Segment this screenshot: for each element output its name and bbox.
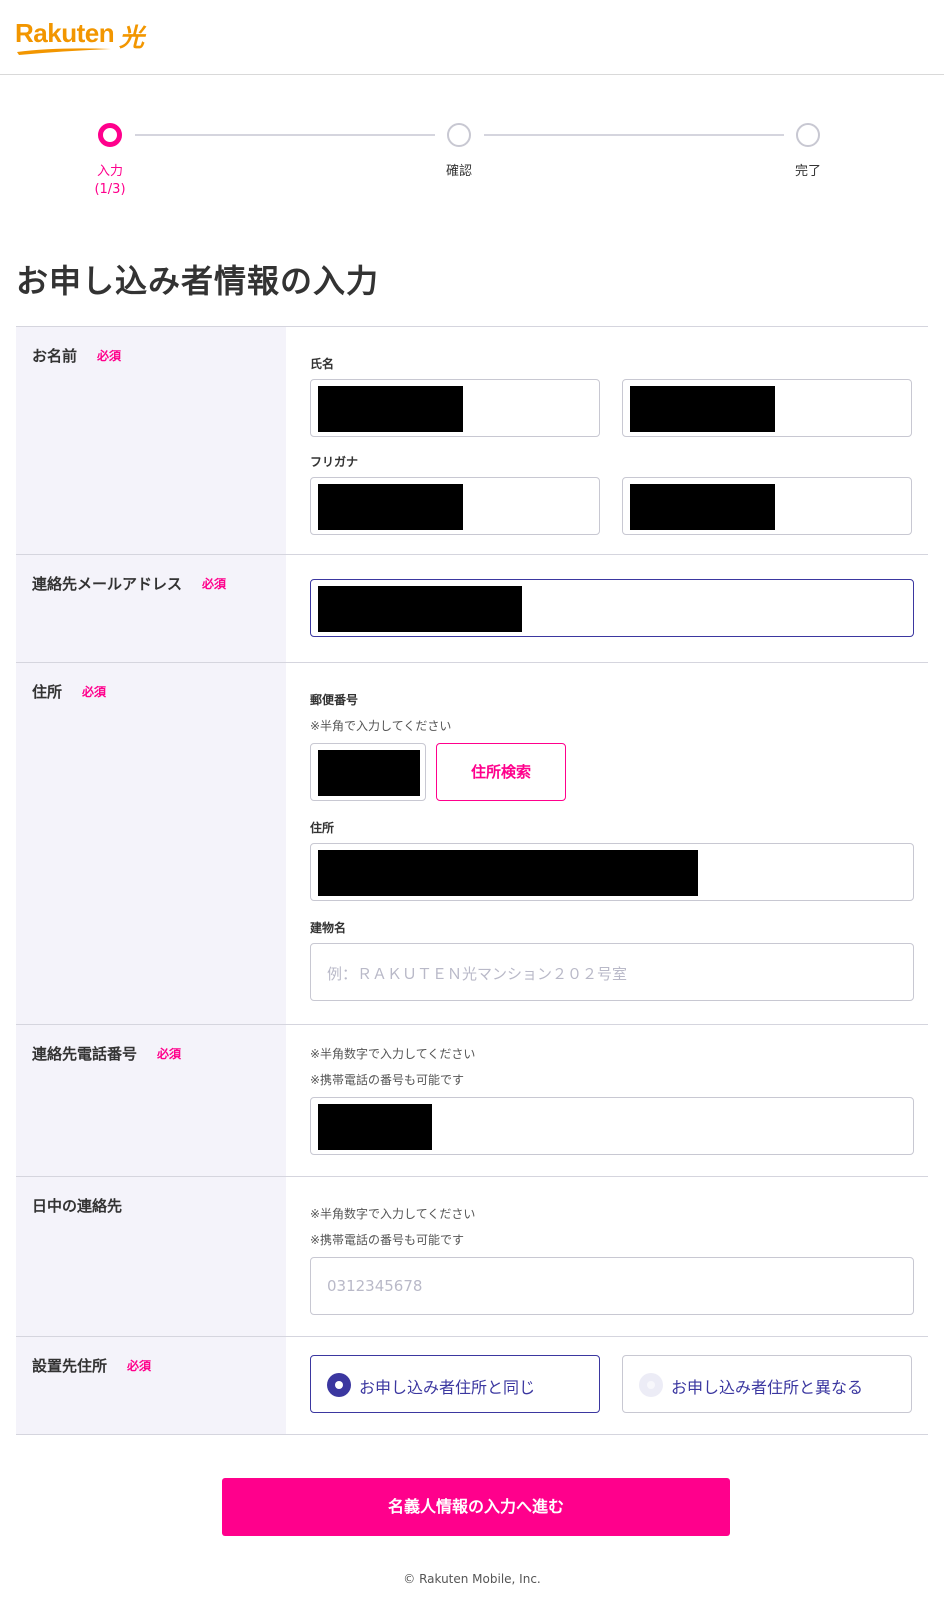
page-title: お申し込み者情報の入力 xyxy=(16,262,380,300)
daytime-note-halfwidth: ※半角数字で入力してください xyxy=(310,1207,476,1221)
redacted-value xyxy=(318,1104,432,1150)
phone-input[interactable] xyxy=(310,1097,914,1155)
row-body: お申し込み者住所と同じ お申し込み者住所と異なる xyxy=(286,1337,928,1434)
last-name-kana-input[interactable] xyxy=(310,477,600,535)
row-body: ※半角数字で入力してください ※携帯電話の番号も可能です 0312345678 xyxy=(286,1177,928,1336)
daytime-row-label: 日中の連絡先 xyxy=(32,1195,122,1216)
row-head: 日中の連絡先 xyxy=(16,1177,286,1336)
email-label: 連絡先メールアドレス xyxy=(32,575,183,593)
install-different-option[interactable]: お申し込み者住所と異なる xyxy=(622,1355,912,1413)
step-3-label: 完了 xyxy=(794,164,821,179)
required-badge: 必須 xyxy=(127,1359,152,1373)
phone-note-mobile: ※携帯電話の番号も可能です xyxy=(310,1073,465,1087)
required-badge: 必須 xyxy=(97,349,122,363)
row-head: 連絡先メールアドレス 必須 xyxy=(16,555,286,662)
daytime-label: 日中の連絡先 xyxy=(32,1197,123,1215)
row-head: 連絡先電話番号 必須 xyxy=(16,1025,286,1176)
row-head: お名前 必須 xyxy=(16,327,286,554)
last-name-input[interactable] xyxy=(310,379,600,437)
row-head: 設置先住所 必須 xyxy=(16,1337,286,1434)
step-connector xyxy=(135,134,435,136)
daytime-phone-placeholder: 0312345678 xyxy=(327,1277,423,1295)
building-name-placeholder: 例：ＲＡＫＵＴＥＮ光マンション２０２号室 xyxy=(327,965,628,983)
step-2-label: 確認 xyxy=(445,164,472,179)
copyright: © Rakuten Mobile, Inc. xyxy=(403,1572,541,1586)
street-address-label: 住所 xyxy=(310,821,335,835)
install-different-label: お申し込み者住所と異なる xyxy=(671,1378,864,1397)
postal-code-label: 郵便番号 xyxy=(310,693,359,707)
row-body: 郵便番号 ※半角で入力してください 住所検索 住所 建物名 例：ＲＡＫＵＴＥＮ光… xyxy=(286,663,928,1024)
redacted-value xyxy=(630,386,775,432)
redacted-value xyxy=(630,484,775,530)
redacted-value xyxy=(318,850,698,896)
first-name-kana-input[interactable] xyxy=(622,477,912,535)
row-head: 住所 必須 xyxy=(16,663,286,1024)
required-badge: 必須 xyxy=(157,1047,182,1061)
row-phone: 連絡先電話番号 必須 ※半角数字で入力してください ※携帯電話の番号も可能です xyxy=(16,1025,928,1177)
redacted-value xyxy=(318,386,463,432)
row-daytime-contact: 日中の連絡先 ※半角数字で入力してください ※携帯電話の番号も可能です 0312… xyxy=(16,1177,928,1337)
redacted-value xyxy=(318,586,522,632)
name-row-label: お名前 必須 xyxy=(32,345,121,366)
step-connector xyxy=(484,134,784,136)
step-1-title: 入力 xyxy=(96,164,123,179)
redacted-value xyxy=(318,484,463,530)
name-label: お名前 xyxy=(32,347,78,365)
kana-label: フリガナ xyxy=(310,455,359,469)
install-same-label: お申し込み者住所と同じ xyxy=(359,1378,536,1397)
proceed-button[interactable]: 名義人情報の入力へ進む xyxy=(222,1478,730,1536)
required-badge: 必須 xyxy=(82,685,107,699)
row-email: 連絡先メールアドレス 必須 xyxy=(16,555,928,663)
applicant-form: お名前 必須 氏名 フリガナ 連絡先メールアドレス 必須 住所 必須 郵便番号 … xyxy=(16,326,928,1435)
install-row-label: 設置先住所 必須 xyxy=(32,1355,151,1376)
install-label: 設置先住所 xyxy=(32,1357,108,1375)
radio-selected-icon xyxy=(327,1373,351,1397)
building-name-input[interactable]: 例：ＲＡＫＵＴＥＮ光マンション２０２号室 xyxy=(310,943,914,1001)
phone-note-halfwidth: ※半角数字で入力してください xyxy=(310,1047,476,1061)
site-header: Rakuten 光 xyxy=(0,0,944,75)
row-address: 住所 必須 郵便番号 ※半角で入力してください 住所検索 住所 建物名 例：ＲＡ… xyxy=(16,663,928,1025)
logo-swoosh-icon xyxy=(17,48,111,55)
logo-text: Rakuten xyxy=(15,18,115,48)
step-1-label: 入力 (1/3) xyxy=(70,163,150,199)
row-body: 氏名 フリガナ xyxy=(286,327,928,554)
row-body: ※半角数字で入力してください ※携帯電話の番号も可能です xyxy=(286,1025,928,1176)
full-name-label: 氏名 xyxy=(310,357,335,371)
street-address-input[interactable] xyxy=(310,843,914,901)
progress-stepper: 入力 (1/3) 確認 完了 xyxy=(0,115,944,205)
row-install-address: 設置先住所 必須 お申し込み者住所と同じ お申し込み者住所と異なる xyxy=(16,1337,928,1435)
logo-kanji: 光 xyxy=(119,23,145,52)
row-name: お名前 必須 氏名 フリガナ xyxy=(16,327,928,555)
radio-unselected-icon xyxy=(639,1373,663,1397)
redacted-value xyxy=(318,750,420,796)
step-3-indicator xyxy=(796,123,820,147)
daytime-phone-input[interactable]: 0312345678 xyxy=(310,1257,914,1315)
install-same-option[interactable]: お申し込み者住所と同じ xyxy=(310,1355,600,1413)
required-badge: 必須 xyxy=(202,577,227,591)
email-input[interactable] xyxy=(310,579,914,637)
phone-label: 連絡先電話番号 xyxy=(32,1045,138,1063)
address-search-button[interactable]: 住所検索 xyxy=(436,743,566,801)
row-body xyxy=(286,555,928,662)
step-1-indicator xyxy=(98,123,122,147)
building-name-label: 建物名 xyxy=(310,921,347,935)
postal-code-note: ※半角で入力してください xyxy=(310,719,452,733)
address-row-label: 住所 必須 xyxy=(32,681,106,702)
step-2-indicator xyxy=(447,123,471,147)
address-label: 住所 xyxy=(32,683,63,701)
step-1-sub: (1/3) xyxy=(94,182,126,197)
first-name-input[interactable] xyxy=(622,379,912,437)
rakuten-hikari-logo[interactable]: Rakuten 光 xyxy=(15,18,144,58)
daytime-note-mobile: ※携帯電話の番号も可能です xyxy=(310,1233,465,1247)
postal-code-input[interactable] xyxy=(310,743,426,801)
phone-row-label: 連絡先電話番号 必須 xyxy=(32,1043,181,1064)
email-row-label: 連絡先メールアドレス 必須 xyxy=(32,573,226,594)
